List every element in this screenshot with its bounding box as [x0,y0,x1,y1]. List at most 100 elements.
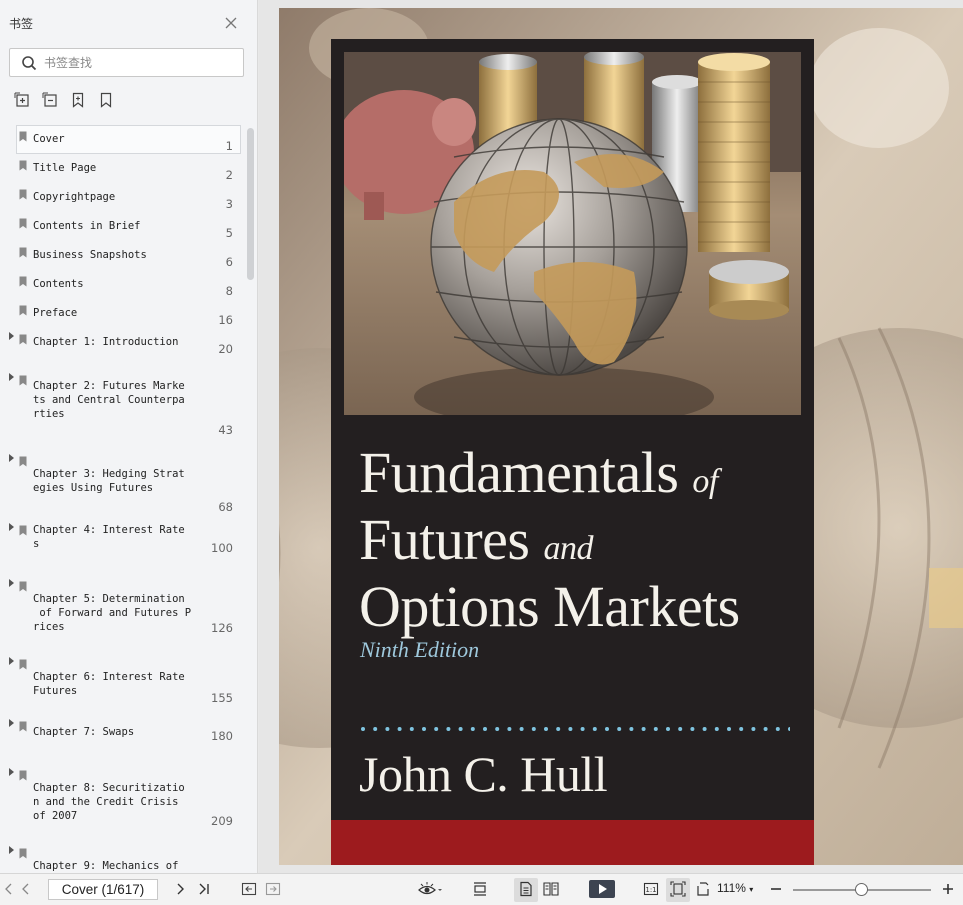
actual-size-icon[interactable]: 1:1 [643,881,659,897]
bottom-toolbar: Cover (1/617) 1:1 111% ▾ [0,873,963,905]
title-line-3: Options Markets [359,574,740,639]
page-number-field[interactable]: Cover (1/617) [48,879,158,900]
bookmark-label: Contents [33,278,84,290]
expand-arrow-icon[interactable] [9,579,14,587]
last-page-icon[interactable] [196,881,212,897]
close-icon[interactable] [224,16,238,30]
bookmark-item[interactable]: Cover 1 [0,125,246,154]
bookmark-label: Title Page [33,162,97,174]
bookmark-item[interactable]: Chapter 4: Interest Rate s 100 [0,519,246,575]
bookmark-label: Chapter 2: Futures Marke ts and Central … [33,380,185,420]
bookmark-flag-icon [19,525,27,536]
bookmark-flag-icon [19,218,27,229]
bookmark-flag-icon [19,276,27,287]
bookmark-page-number: 126 [211,621,233,635]
title-line-1: Fundamentals of [359,440,718,505]
bookmark-flag-icon [19,305,27,316]
expand-arrow-icon[interactable] [9,332,14,340]
bookmark-item[interactable]: Business Snapshots 6 [0,241,246,270]
dotted-divider [361,727,790,731]
fit-page-icon[interactable] [670,881,686,897]
zoom-out-icon[interactable] [768,881,784,897]
bookmark-label: Chapter 1: Introduction [33,336,179,348]
zoom-level[interactable]: 111% ▾ [717,881,753,895]
bookmark-item[interactable]: Title Page 2 [0,154,246,183]
first-page-icon[interactable] [1,881,17,897]
bookmark-search-box[interactable] [9,48,244,77]
bookmark-flag-icon [19,770,27,781]
bookmark-flag-icon [19,334,27,345]
rotate-icon[interactable] [695,881,711,897]
bookmark-flag-icon [19,848,27,859]
pdf-page-cover: Fundamentals of Futures and Options Mark… [279,8,963,865]
zoom-in-icon[interactable] [940,881,956,897]
bookmark-search-input[interactable] [44,53,234,73]
bookmark-page-number: 8 [225,284,233,298]
title-line-2: Futures and [359,507,593,572]
bookmark-flag-icon [19,456,27,467]
expand-arrow-icon[interactable] [9,719,14,727]
bookmark-page-number: 6 [225,255,233,269]
bookmark-label: Chapter 3: Hedging Strat egies Using Fut… [33,468,185,494]
bookmark-item[interactable]: Chapter 2: Futures Marke ts and Central … [0,369,246,450]
bookmark-label: Chapter 8: Securitizatio n and the Credi… [33,782,185,822]
bookmark-item[interactable]: Copyrightpage 3 [0,183,246,212]
back-icon[interactable] [241,881,257,897]
chevron-down-icon: ▾ [749,885,754,894]
cover-red-band [331,820,814,865]
book-title: Fundamentals of Futures and Options Mark… [359,444,799,636]
bookmark-page-number: 2 [225,168,233,182]
bookmark-item[interactable]: Chapter 7: Swaps 180 [0,715,246,764]
bookmark-flag-icon [19,581,27,592]
bookmark-page-number: 180 [211,729,233,743]
forward-icon[interactable] [265,881,281,897]
expand-arrow-icon[interactable] [9,454,14,462]
document-view[interactable]: Fundamentals of Futures and Options Mark… [259,0,963,873]
expand-arrow-icon[interactable] [9,768,14,776]
svg-text:1:1: 1:1 [645,886,656,894]
bookmark-label: Cover [33,133,65,145]
fit-width-icon[interactable] [472,881,488,897]
prev-page-icon[interactable] [18,881,34,897]
expand-arrow-icon[interactable] [9,373,14,381]
two-page-icon[interactable] [543,881,559,897]
bookmark-label: Chapter 7: Swaps [33,726,135,738]
eye-icon[interactable] [418,881,444,897]
bookmark-page-number: 20 [218,342,233,356]
bookmark-page-number: 5 [225,226,233,240]
bookmark-icon[interactable] [98,92,114,108]
collapse-all-icon[interactable] [42,92,58,108]
bookmark-list: Cover 1 Title Page 2 Copyrightpage 3 Contents … [0,125,246,873]
bookmark-item[interactable]: Contents in Brief 5 [0,212,246,241]
bookmark-page-number: 43 [218,423,233,437]
expand-arrow-icon[interactable] [9,523,14,531]
bookmark-label: Chapter 9: Mechanics of Options Markets [33,860,179,872]
bookmark-item[interactable]: Chapter 6: Interest Rate Futures 155 [0,653,246,715]
bookmark-item[interactable]: Chapter 5: Determination of Forward and … [0,575,246,653]
bookmark-item[interactable]: Chapter 3: Hedging Strat egies Using Fut… [0,450,246,519]
bookmark-page-number: 1 [225,139,233,153]
add-bookmark-icon[interactable] [70,92,86,108]
bookmark-item[interactable]: Chapter 9: Mechanics of Options Markets [0,842,246,873]
book-edition: Ninth Edition [360,637,480,662]
sidebar-header: 书签 [0,0,258,46]
bookmark-item[interactable]: Contents 8 [0,270,246,299]
bookmark-flag-icon [19,189,27,200]
zoom-slider-handle[interactable] [855,883,868,896]
expand-arrow-icon[interactable] [9,846,14,854]
bookmark-item[interactable]: Chapter 1: Introduction 20 [0,328,246,369]
next-page-icon[interactable] [172,881,188,897]
bookmark-item[interactable]: Preface 16 [0,299,246,328]
book-author: John C. Hull [359,746,608,802]
bookmark-page-number: 3 [225,197,233,211]
sidebar-scrollbar[interactable] [247,128,254,280]
bookmark-label: Chapter 4: Interest Rate s [33,524,185,550]
bookmark-item[interactable]: Chapter 8: Securitizatio n and the Credi… [0,764,246,842]
play-icon[interactable] [589,880,615,898]
bookmark-page-number: 209 [211,814,233,828]
single-page-icon[interactable] [518,881,534,897]
bookmark-label: Contents in Brief [33,220,141,232]
expand-all-icon[interactable] [14,92,30,108]
expand-arrow-icon[interactable] [9,657,14,665]
bookmark-page-number: 68 [218,500,233,514]
